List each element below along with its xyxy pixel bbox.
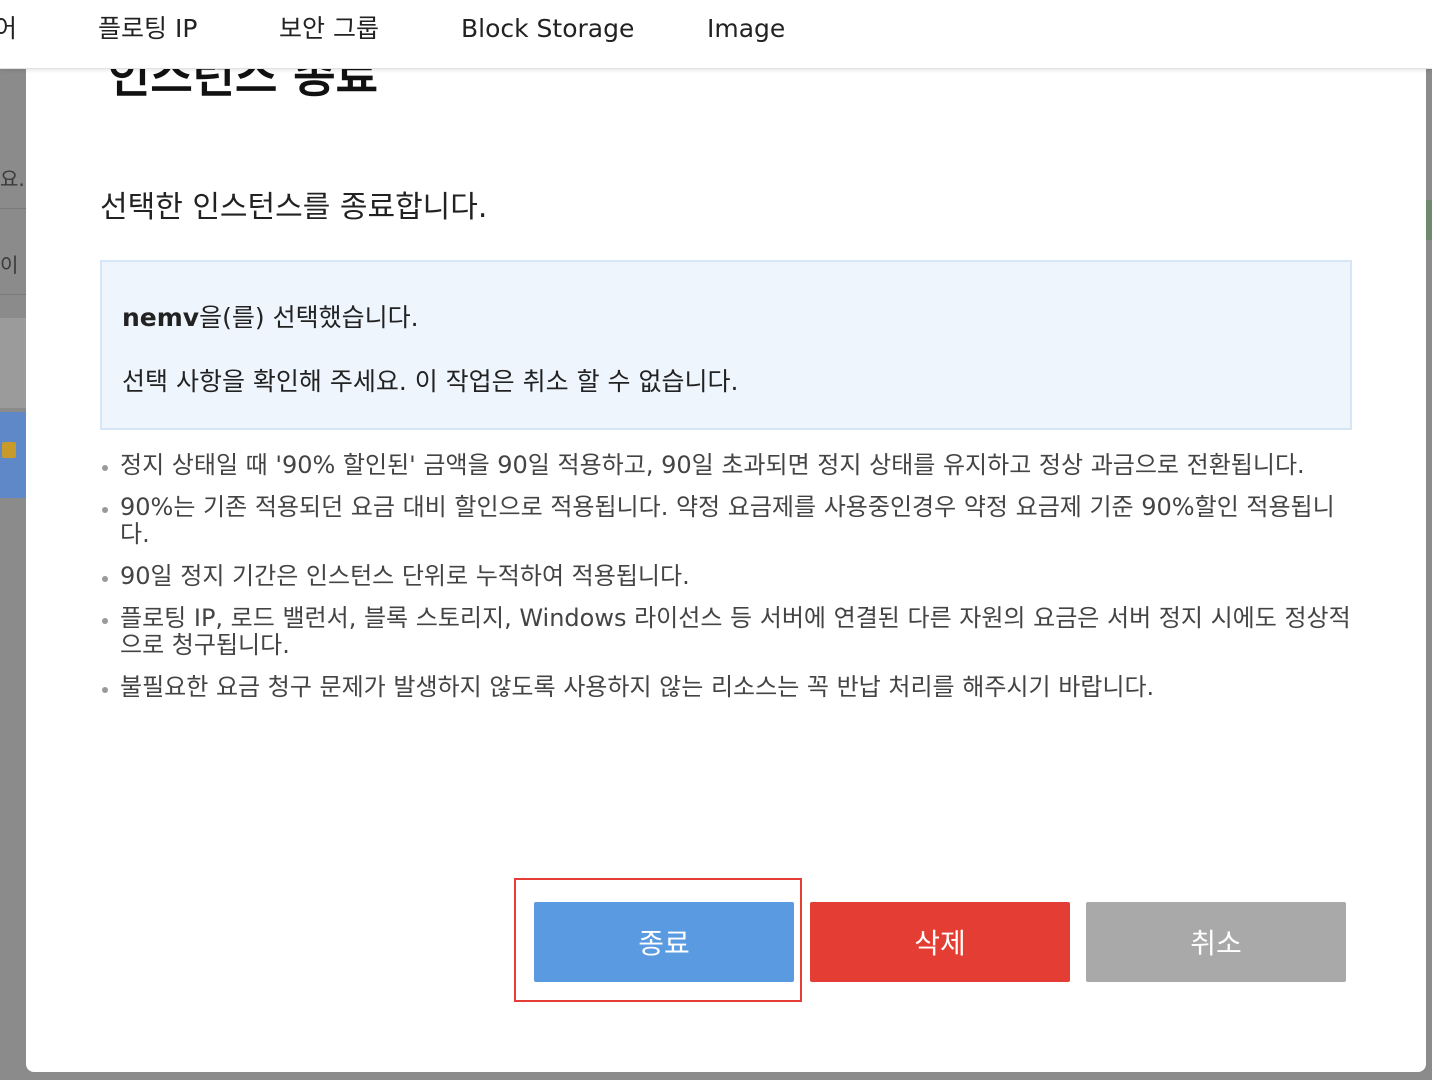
terminate-instance-dialog: 인스턴스 종료 선택한 인스턴스를 종료합니다. nemv을(를) 선택했습니다… [26, 0, 1426, 1072]
selection-info-box: nemv을(를) 선택했습니다. 선택 사항을 확인해 주세요. 이 작업은 취… [100, 260, 1352, 430]
top-navigation: 어 플로팅 IP 보안 그룹 Block Storage Image [0, 0, 1432, 69]
selected-instance-text: nemv을(를) 선택했습니다. [122, 298, 419, 334]
nav-item-floating-ip[interactable]: 플로팅 IP [98, 0, 197, 60]
billing-note: 90%는 기존 적용되던 요금 대비 할인으로 적용됩니다. 약정 요금제를 사… [100, 494, 1360, 548]
nav-item-security-group[interactable]: 보안 그룹 [279, 0, 379, 60]
background-panel [0, 318, 26, 408]
cancel-button[interactable]: 취소 [1086, 902, 1346, 982]
billing-note: 불필요한 요금 청구 문제가 발생하지 않도록 사용하지 않는 리소스는 꼭 반… [100, 674, 1360, 701]
nav-item-partial[interactable]: 어 [0, 0, 17, 60]
background-thumbnail [0, 412, 26, 498]
confirm-warning-text: 선택 사항을 확인해 주세요. 이 작업은 취소 할 수 없습니다. [122, 367, 739, 396]
selected-instance-name: nemv [122, 303, 200, 332]
background-scroll-indicator [1426, 200, 1432, 240]
background-field: 이미 [0, 236, 26, 295]
nav-item-image[interactable]: Image [707, 0, 785, 60]
nav-item-block-storage[interactable]: Block Storage [461, 0, 634, 60]
billing-note: 90일 정지 기간은 인스턴스 단위로 누적하여 적용됩니다. [100, 563, 1360, 590]
billing-notes-list: 정지 상태일 때 '90% 할인된' 금액을 90일 적용하고, 90일 초과되… [100, 452, 1360, 716]
dialog-subtitle: 선택한 인스턴스를 종료합니다. [100, 190, 488, 225]
delete-button[interactable]: 삭제 [810, 902, 1070, 982]
stop-button[interactable]: 종료 [534, 902, 794, 982]
selected-instance-suffix: 을(를) 선택했습니다. [199, 303, 419, 332]
billing-note: 정지 상태일 때 '90% 할인된' 금액을 90일 적용하고, 90일 초과되… [100, 452, 1360, 479]
background-search-input: 요. [0, 150, 26, 209]
billing-note: 플로팅 IP, 로드 밸런서, 블록 스토리지, Windows 라이선스 등 … [100, 605, 1360, 659]
